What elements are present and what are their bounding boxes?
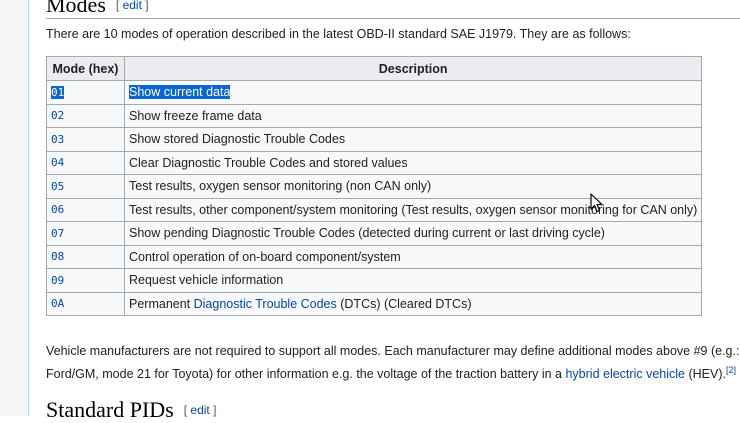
mouse-pointer-icon [590,193,603,213]
table-row: 04 Clear Diagnostic Trouble Codes and st… [46,150,703,175]
hybrid-electric-vehicle-link[interactable]: hybrid electric vehicle [565,367,685,381]
table-row: 01 Show current data [46,80,703,105]
mode-link-05[interactable]: 05 [51,180,64,193]
section-title: Modes [46,0,106,17]
reference-link[interactable]: [2] [726,365,736,375]
table-row: 09 Request vehicle information [46,268,703,293]
description-text: Clear Diagnostic Trouble Codes and store… [123,150,703,175]
description-text: Request vehicle information [123,268,703,293]
description-text: Show pending Diagnostic Trouble Codes (d… [123,221,703,246]
mode-link-04[interactable]: 04 [51,156,64,169]
table-row: 03 Show stored Diagnostic Trouble Codes [46,127,703,152]
mode-link-06[interactable]: 06 [51,203,64,216]
description-text: Test results, oxygen sensor monitoring (… [123,174,703,199]
left-sidebar-edge [0,0,29,416]
edit-section-link: [ edit ] [115,0,149,12]
mode-link-02[interactable]: 02 [51,109,64,122]
table-row: 0A Permanent Diagnostic Trouble Codes (D… [46,291,703,316]
edit-section-link: [ edit ] [183,403,217,417]
mode-link-0a[interactable]: 0A [51,297,64,310]
description-text: Control operation of on-board component/… [123,244,703,269]
header-description: Description [123,56,703,81]
mode-link-08[interactable]: 08 [51,250,64,263]
modes-table: Mode (hex) Description 01 Show current d… [46,56,703,316]
description-suffix: (DTCs) (Cleared DTCs) [336,296,472,311]
table-row: 07 Show pending Diagnostic Trouble Codes… [46,221,703,246]
section-heading-standard-pids: Standard PIDs [ edit ] [46,397,216,423]
outro-line-1: Vehicle manufacturers are not required t… [46,344,740,358]
description-text: Show freeze frame data [123,103,703,128]
outro-line-2-prefix: Ford/GM, mode 21 for Toyota) for other i… [46,367,566,382]
description-prefix: Permanent [129,296,194,311]
edit-link[interactable]: edit [123,0,142,12]
mode-link-07[interactable]: 07 [51,227,64,240]
section-heading-modes: Modes [ edit ] [46,0,149,18]
outro-paragraph: Vehicle manufacturers are not required t… [46,342,740,384]
mode-link-09[interactable]: 09 [51,274,64,287]
mode-link-01[interactable]: 01 [51,85,65,99]
heading-underline [46,18,740,19]
description-text: Test results, other component/system mon… [123,197,703,222]
dtc-link[interactable]: Diagnostic Trouble Codes [194,297,337,311]
description-text: Permanent Diagnostic Trouble Codes (DTCs… [123,291,703,316]
header-mode-hex: Mode (hex) [46,56,125,81]
description-text: Show stored Diagnostic Trouble Codes [123,127,703,152]
table-row: 08 Control operation of on-board compone… [46,244,703,269]
intro-paragraph: There are 10 modes of operation describe… [46,27,631,41]
description-text: Show current data [129,85,231,100]
outro-line-2: Ford/GM, mode 21 for Toyota) for other i… [46,361,740,384]
table-header-row: Mode (hex) Description [46,56,703,81]
table-row: 02 Show freeze frame data [46,103,703,128]
edit-link[interactable]: edit [190,403,209,417]
mode-link-03[interactable]: 03 [51,133,64,146]
section-title: Standard PIDs [46,397,174,422]
outro-line-2-suffix: (HEV). [684,367,726,382]
